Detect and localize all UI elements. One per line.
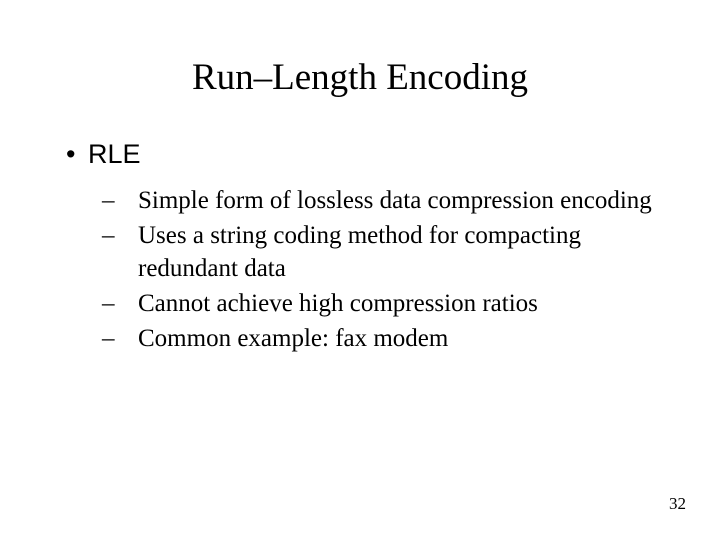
dash-icon: – (120, 287, 138, 320)
level2-text: Common example: fax modem (138, 325, 448, 352)
level2-text: Cannot achieve high compression ratios (138, 290, 538, 317)
bullet-level2: –Uses a string coding method for compact… (120, 219, 660, 285)
level2-text: Uses a string coding method for compacti… (138, 222, 581, 282)
bullet-level2: –Common example: fax modem (120, 322, 660, 355)
level2-text: Simple form of lossless data compression… (138, 187, 652, 214)
dash-icon: – (120, 184, 138, 217)
page-number: 32 (669, 494, 686, 514)
bullet-level2: –Cannot achieve high compression ratios (120, 287, 660, 320)
bullet-level2: –Simple form of lossless data compressio… (120, 184, 660, 217)
slide-title: Run–Length Encoding (60, 56, 660, 99)
bullet-dot-icon: • (66, 139, 88, 170)
level1-text: RLE (88, 139, 141, 169)
slide: Run–Length Encoding •RLE –Simple form of… (0, 0, 720, 540)
dash-icon: – (120, 322, 138, 355)
dash-icon: – (120, 219, 138, 252)
bullet-level1: •RLE (66, 139, 660, 170)
